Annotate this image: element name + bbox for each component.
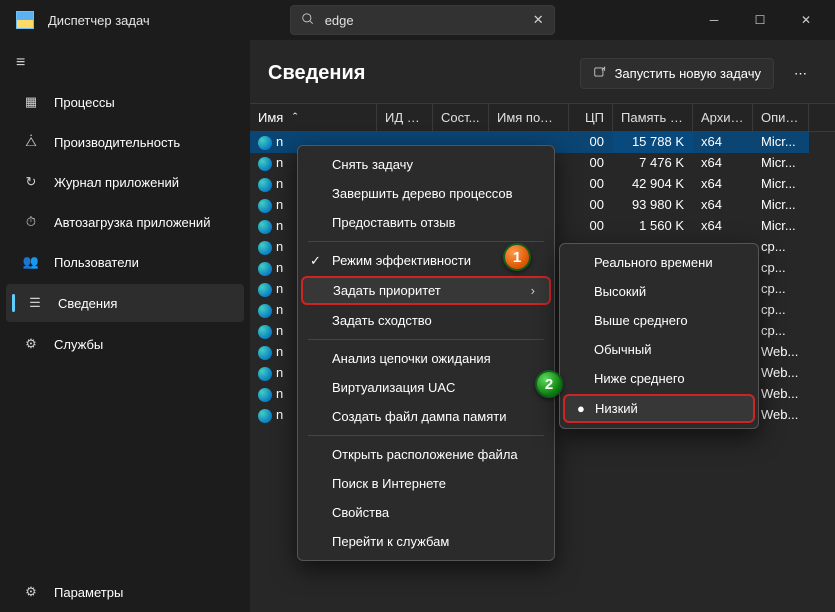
context-submenu: Реального времениВысокийВыше среднегоОбы… <box>559 243 759 429</box>
gear-icon: ⚙ <box>22 336 40 352</box>
col-state[interactable]: Сост... <box>433 104 489 131</box>
search-icon <box>301 12 315 29</box>
nav-startup[interactable]: ⏱ Автозагрузка приложений <box>6 204 244 240</box>
context-menu: Снять задачуЗавершить дерево процессовПр… <box>297 145 555 561</box>
nav-label: Параметры <box>54 585 123 600</box>
step-badge-1: 1 <box>503 243 531 271</box>
menu-item[interactable]: Анализ цепочки ожидания <box>298 344 554 373</box>
run-icon <box>593 65 607 82</box>
run-new-task-button[interactable]: Запустить новую задачу <box>580 58 774 89</box>
menu-item[interactable]: ●Низкий <box>563 394 755 423</box>
more-button[interactable]: ⋯ <box>784 62 817 86</box>
clear-icon[interactable]: ✕ <box>533 12 544 28</box>
nav-details[interactable]: ☰ Сведения <box>6 284 244 322</box>
close-button[interactable]: ✕ <box>783 0 829 40</box>
menu-item[interactable]: Выше среднего <box>560 306 758 335</box>
nav-label: Автозагрузка приложений <box>54 215 210 230</box>
nav-processes[interactable]: ▦ Процессы <box>6 84 244 120</box>
nav-label: Сведения <box>58 296 117 311</box>
nav-performance[interactable]: ⧊ Производительность <box>6 124 244 160</box>
col-cpu[interactable]: ЦП <box>569 104 613 131</box>
menu-item[interactable]: Завершить дерево процессов <box>298 179 554 208</box>
grid-icon: ▦ <box>22 94 40 110</box>
nav-settings[interactable]: ⚙ Параметры <box>6 574 244 610</box>
col-mem[interactable]: Память (а... <box>613 104 693 131</box>
menu-item[interactable]: Высокий <box>560 277 758 306</box>
menu-item[interactable]: Задать сходство <box>298 306 554 335</box>
speed-icon: ⏱ <box>22 214 40 230</box>
col-desc[interactable]: Опис... <box>753 104 809 131</box>
menu-item[interactable]: Поиск в Интернете <box>298 469 554 498</box>
menu-item[interactable]: Обычный <box>560 335 758 364</box>
menu-item[interactable]: Предоставить отзыв <box>298 208 554 237</box>
sidebar: ≡ ▦ Процессы ⧊ Производительность ↻ Журнал … <box>0 40 250 612</box>
nav-label: Производительность <box>54 135 180 150</box>
search-input[interactable] <box>325 13 523 28</box>
search-box[interactable]: ✕ <box>290 5 555 35</box>
menu-item[interactable]: Открыть расположение файла <box>298 440 554 469</box>
table-header: Имя ˆ ИД п... Сост... Имя польз... ЦП Па… <box>250 103 835 132</box>
chart-icon: ⧊ <box>22 134 40 150</box>
col-arch[interactable]: Архите... <box>693 104 753 131</box>
page-title: Сведения <box>268 62 365 85</box>
nav-label: Процессы <box>54 95 115 110</box>
menu-item[interactable]: Ниже среднего <box>560 364 758 393</box>
col-user[interactable]: Имя польз... <box>489 104 569 131</box>
menu-item[interactable]: Реального времени <box>560 248 758 277</box>
step-badge-2: 2 <box>535 370 563 398</box>
menu-item[interactable]: Перейти к службам <box>298 527 554 556</box>
titlebar: Диспетчер задач ✕ ─ ☐ ✕ <box>0 0 835 40</box>
nav-label: Пользователи <box>54 255 139 270</box>
gear-icon: ⚙ <box>22 584 40 600</box>
list-icon: ☰ <box>26 295 44 311</box>
nav-label: Службы <box>54 337 103 352</box>
hamburger-button[interactable]: ≡ <box>0 44 250 82</box>
menu-item[interactable]: Снять задачу <box>298 150 554 179</box>
maximize-button[interactable]: ☐ <box>737 0 783 40</box>
users-icon: 👥 <box>22 254 40 270</box>
menu-item[interactable]: Свойства <box>298 498 554 527</box>
col-name[interactable]: Имя ˆ <box>250 104 377 131</box>
history-icon: ↻ <box>22 174 40 190</box>
app-title: Диспетчер задач <box>48 13 150 28</box>
minimize-button[interactable]: ─ <box>691 0 737 40</box>
nav-users[interactable]: 👥 Пользователи <box>6 244 244 280</box>
col-pid[interactable]: ИД п... <box>377 104 433 131</box>
app-icon <box>16 11 34 29</box>
menu-item[interactable]: Задать приоритет› <box>301 276 551 305</box>
nav-app-history[interactable]: ↻ Журнал приложений <box>6 164 244 200</box>
menu-item[interactable]: Создать файл дампа памяти <box>298 402 554 431</box>
run-new-task-label: Запустить новую задачу <box>615 66 761 81</box>
nav-label: Журнал приложений <box>54 175 179 190</box>
menu-item[interactable]: Виртуализация UAC <box>298 373 554 402</box>
nav-services[interactable]: ⚙ Службы <box>6 326 244 362</box>
